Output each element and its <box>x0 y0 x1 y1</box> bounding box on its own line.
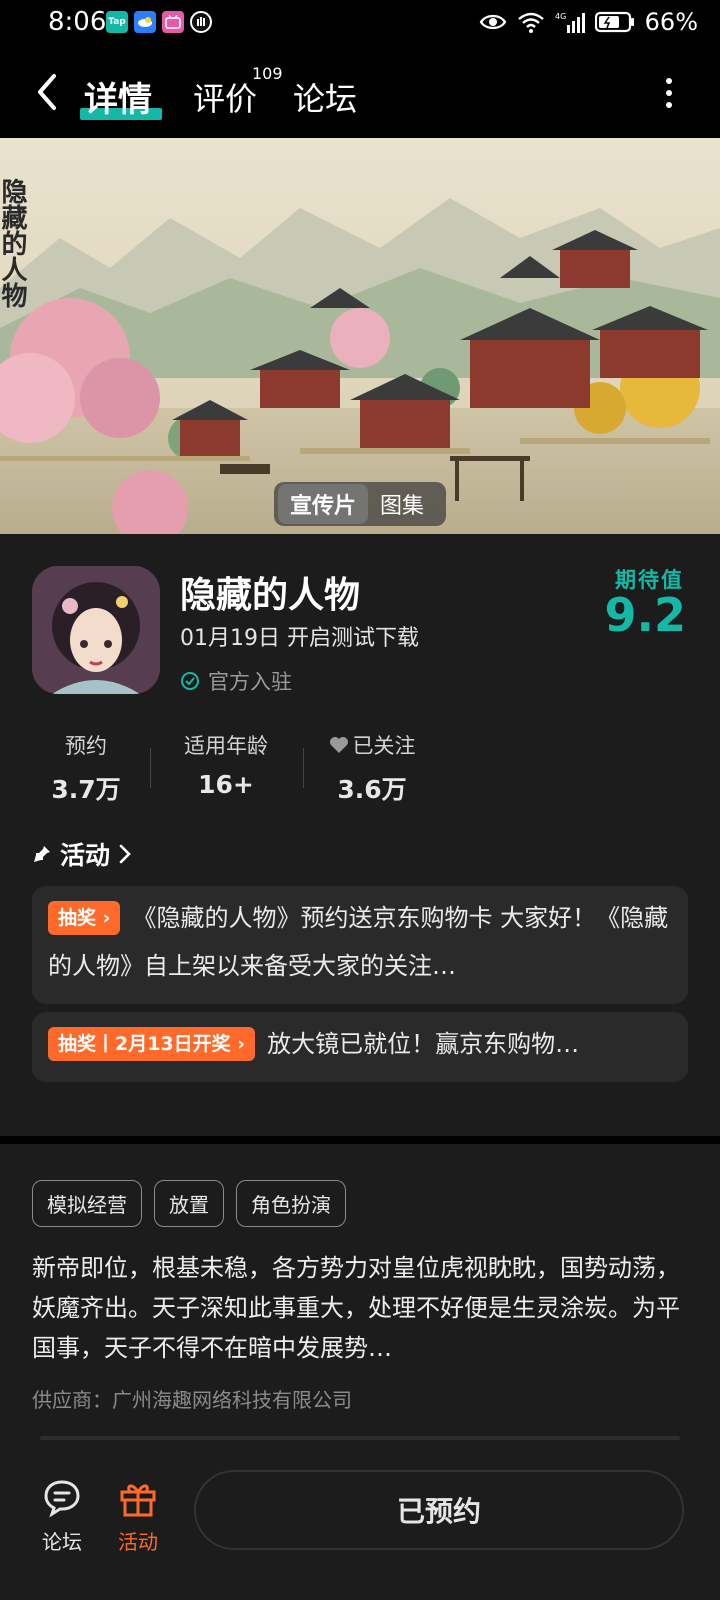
forum-label: 论坛 <box>42 1530 82 1554</box>
game-icon <box>32 566 160 694</box>
official-badge: 官方入驻 <box>180 666 292 696</box>
lottery-tag: 抽奖丨2月13日开奖 › <box>48 1027 256 1061</box>
genre-tag[interactable]: 放置 <box>154 1180 224 1227</box>
gift-icon <box>120 1484 156 1517</box>
signal-icon: 4G <box>555 12 585 33</box>
description-section: 模拟经营 放置 角色扮演 新帝即位，根基未稳，各方势力对皇位虎视眈眈，国势动荡，… <box>0 1144 720 1456</box>
heart-icon <box>329 737 348 753</box>
expectation-score: 9.2 <box>604 588 687 642</box>
weather-app-icon <box>134 11 156 33</box>
reviews-count-badge: 109 <box>252 64 283 83</box>
video-tab[interactable]: 宣传片 <box>278 484 369 524</box>
bottom-bar: 论坛 活动 已预约 <box>0 1456 720 1600</box>
lottery-tag: 抽奖 › <box>48 901 121 935</box>
more-options-button[interactable] <box>664 78 674 108</box>
battery-icon <box>594 11 634 33</box>
game-description[interactable]: 新帝即位，根基未稳，各方势力对皇位虎视眈眈，国势动荡，妖魔齐出。天子深知此事重大… <box>32 1248 688 1368</box>
gallery-tab[interactable]: 图集 <box>368 484 436 524</box>
activity-header[interactable]: 活动 <box>32 836 132 872</box>
taptap-app-icon: Tap <box>106 11 128 33</box>
svg-text:4G: 4G <box>555 12 566 21</box>
eye-icon <box>479 14 506 30</box>
app-bar: 详情 评价 109 论坛 <box>0 46 720 138</box>
forum-nav-button[interactable]: 论坛 <box>32 1478 92 1555</box>
release-date: 01月19日 开启测试下载 <box>180 626 419 651</box>
activity-card[interactable]: 抽奖丨2月13日开奖 › 放大镜已就位！赢京东购物… <box>32 1012 688 1082</box>
pin-icon <box>34 846 50 862</box>
supplier-info: 供应商：广州海趣网络科技有限公司 <box>32 1388 352 1412</box>
tab-details[interactable]: 详情 <box>84 72 152 121</box>
chevron-right-icon <box>119 844 131 864</box>
bilibili-app-icon <box>162 11 184 33</box>
activity-nav-button[interactable]: 活动 <box>108 1478 168 1555</box>
genre-tag[interactable]: 角色扮演 <box>236 1180 346 1227</box>
hand-icon <box>190 11 212 33</box>
genre-tags: 模拟经营 放置 角色扮演 <box>32 1180 346 1227</box>
tab-reviews[interactable]: 评价 <box>193 74 257 120</box>
back-button[interactable] <box>30 70 66 114</box>
status-bar: 8:06 Tap 4G 66% <box>0 0 720 46</box>
status-indicators: 4G 66% <box>479 8 698 36</box>
stat-age-rating: 适用年龄 16+ <box>184 734 268 799</box>
activity-text: 放大镜已就位！赢京东购物… <box>267 1030 580 1058</box>
battery-percent: 66% <box>644 8 698 36</box>
tab-forum[interactable]: 论坛 <box>293 74 357 120</box>
notification-icons: Tap <box>106 11 212 33</box>
game-info-section: 隐藏的人物 01月19日 开启测试下载 官方入驻 期待值 9.2 预约 3.7万… <box>0 534 720 1136</box>
genre-tag[interactable]: 模拟经营 <box>32 1180 142 1227</box>
game-stats: 预约 3.7万 适用年龄 16+ 已关注 3.6万 <box>32 730 452 810</box>
forum-icon <box>44 1480 80 1518</box>
stat-followed[interactable]: 已关注 3.6万 <box>312 730 432 806</box>
activity-text: 《隐藏的人物》预约送京东购物卡 大家好！《隐藏的人物》自上架以来备受大家的关注… <box>48 904 669 980</box>
status-time: 8:06 <box>48 7 107 37</box>
banner-video[interactable]: 隐藏的人物 宣传片 图集 <box>0 138 720 534</box>
media-toggle: 宣传片 图集 <box>274 482 446 526</box>
banner-title-art: 隐藏的人物 <box>0 178 27 308</box>
divider <box>40 1436 680 1440</box>
reserved-button[interactable]: 已预约 <box>194 1470 684 1550</box>
activity-label: 活动 <box>118 1530 158 1554</box>
game-title: 隐藏的人物 <box>180 575 361 616</box>
back-arrow-icon <box>38 74 56 110</box>
check-circle-icon <box>181 672 199 690</box>
stat-reservations: 预约 3.7万 <box>51 734 121 804</box>
wifi-icon <box>517 12 544 33</box>
activity-card[interactable]: 抽奖 › 《隐藏的人物》预约送京东购物卡 大家好！《隐藏的人物》自上架以来备受大家… <box>32 886 688 1004</box>
banner-artwork: 隐藏的人物 <box>0 138 720 534</box>
